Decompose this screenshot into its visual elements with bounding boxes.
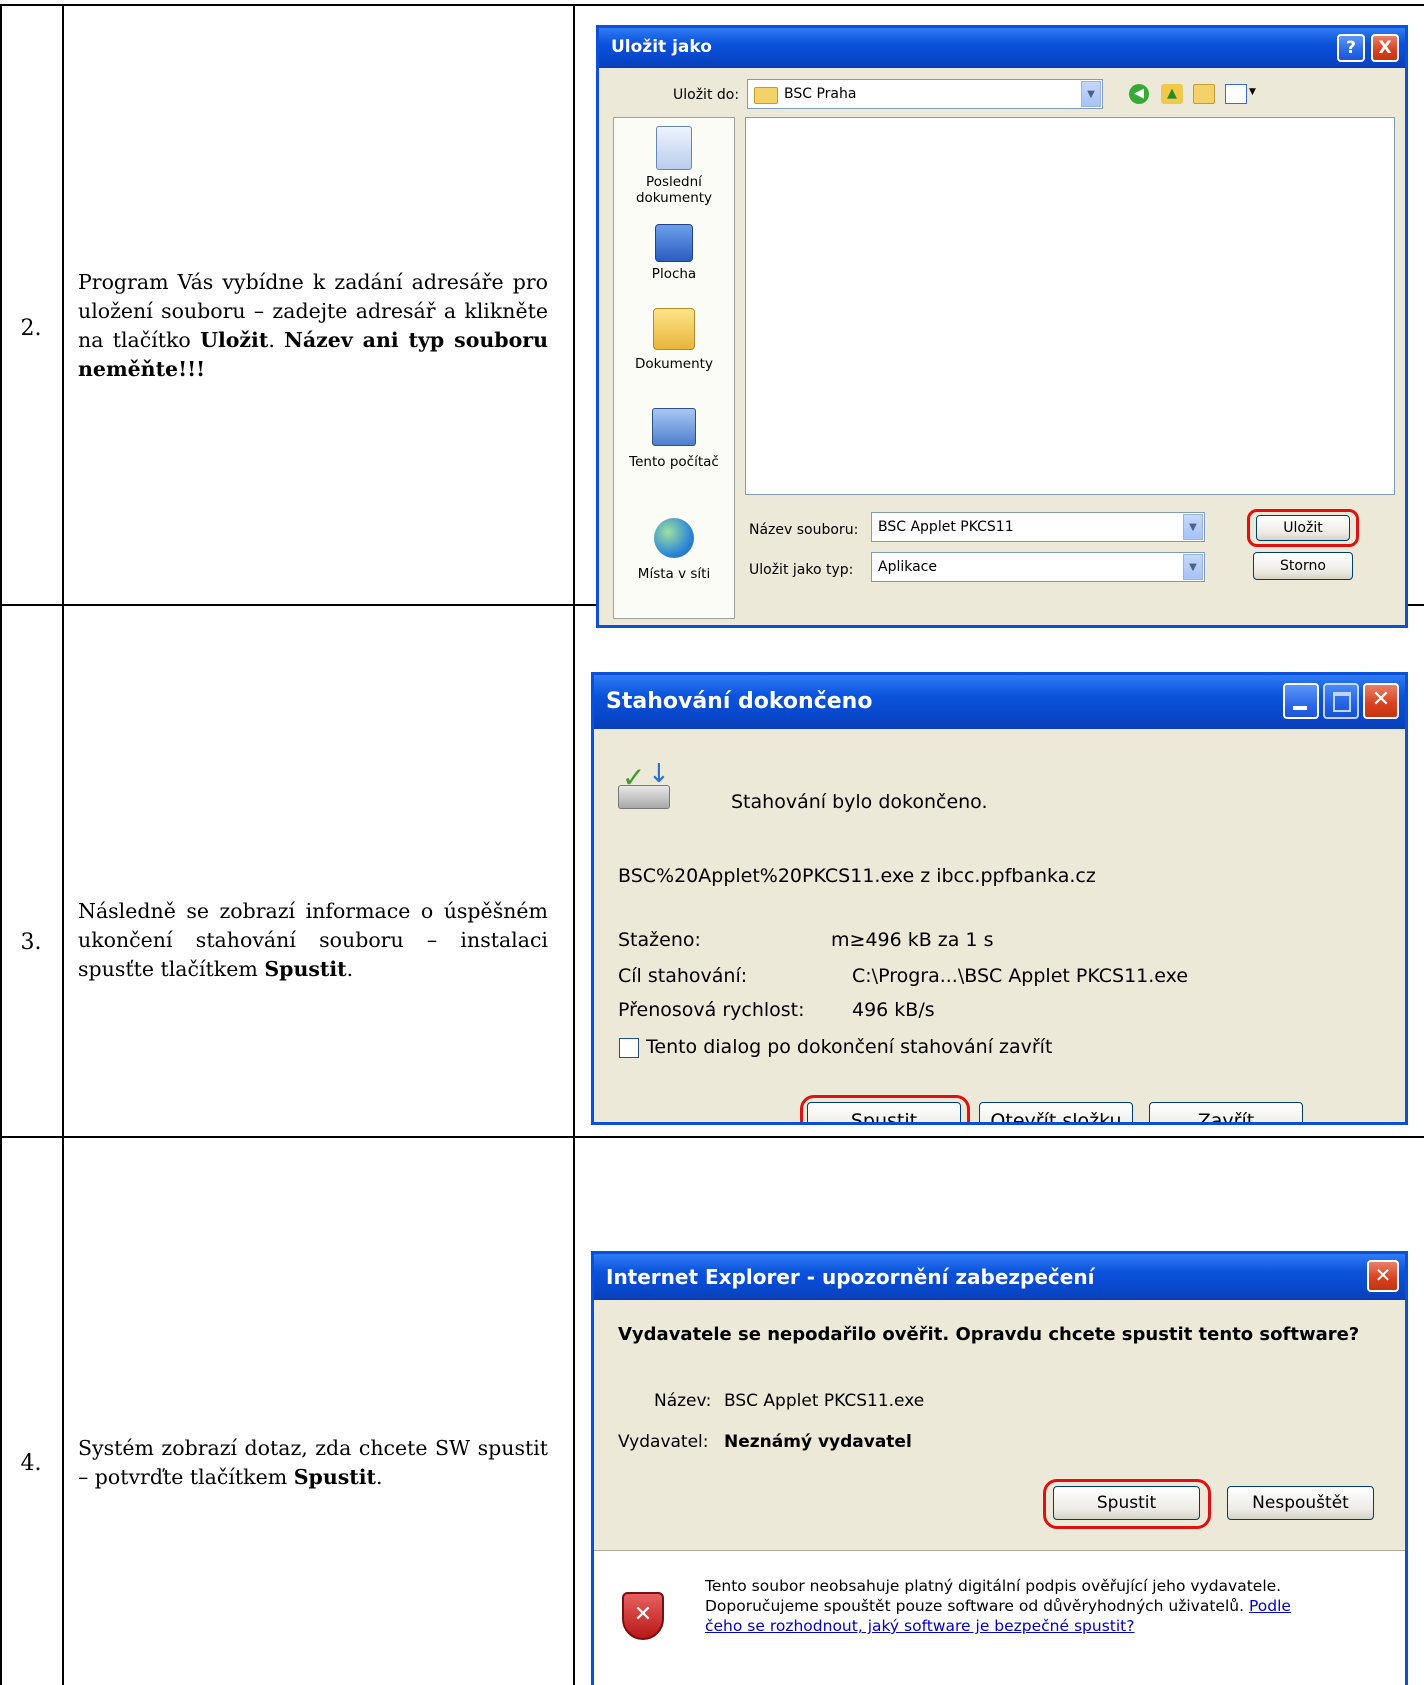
save-button-highlight bbox=[1247, 509, 1359, 547]
warning-line-2: Doporučujeme spouštět pouze software od … bbox=[705, 1597, 1291, 1615]
shield-icon: ✕ bbox=[622, 1592, 664, 1640]
help-button[interactable]: ? bbox=[1337, 34, 1365, 62]
back-icon[interactable]: ◀ bbox=[1129, 84, 1149, 104]
view-menu-icon[interactable] bbox=[1225, 84, 1247, 104]
folder-icon bbox=[754, 87, 778, 104]
file-type-chevron-down-icon[interactable]: ▼ bbox=[1183, 554, 1203, 580]
file-list-area[interactable] bbox=[745, 117, 1395, 495]
security-dialog-title: Internet Explorer - upozornění zabezpeče… bbox=[606, 1265, 1095, 1289]
file-name-field[interactable]: BSC Applet PKCS11 ▼ bbox=[871, 512, 1205, 542]
close-after-download-checkbox[interactable] bbox=[619, 1038, 639, 1058]
publisher-value: Neznámý vydavatel bbox=[724, 1432, 912, 1452]
step-description-3: Následně se zobrazí informace o úspěšném… bbox=[78, 899, 548, 981]
step-number-4: 4. bbox=[20, 1451, 42, 1476]
table-border-left bbox=[0, 4, 2, 1685]
warning-line-1: Tento soubor neobsahuje platný digitální… bbox=[705, 1577, 1282, 1595]
computer-icon bbox=[652, 408, 696, 446]
download-dialog-titlebar: Stahování dokončeno ✕ bbox=[594, 675, 1405, 729]
place-recent-documents[interactable]: Poslední dokumenty bbox=[614, 126, 734, 206]
save-in-dropdown[interactable]: BSC Praha ▼ bbox=[747, 79, 1103, 109]
download-complete-dialog: Stahování dokončeno ✕ ✓ ↓ Stahování bylo… bbox=[591, 672, 1408, 1125]
place-network[interactable]: Místa v síti bbox=[614, 518, 734, 582]
save-as-dialog: Uložit jako ? X Uložit do: BSC Praha ▼ ◀… bbox=[596, 25, 1408, 628]
save-dialog-close-button[interactable]: X bbox=[1371, 34, 1399, 62]
save-dialog-title: Uložit jako bbox=[611, 37, 712, 57]
place-my-computer[interactable]: Tento počítač bbox=[614, 408, 734, 470]
file-type-value: Aplikace bbox=[878, 559, 937, 575]
downloaded-value: m≥496 kB za 1 s bbox=[831, 929, 994, 951]
target-value: C:\Progra...\BSC Applet PKCS11.exe bbox=[852, 965, 1189, 987]
maximize-button[interactable] bbox=[1323, 683, 1359, 719]
run-button-highlight bbox=[800, 1095, 970, 1122]
file-name-value: BSC Applet PKCS11 bbox=[878, 519, 1014, 535]
download-complete-icon: ✓ ↓ bbox=[618, 759, 674, 809]
security-warning-dialog: Internet Explorer - upozornění zabezpeče… bbox=[591, 1251, 1408, 1685]
download-message: Stahování bylo dokončeno. bbox=[731, 791, 988, 813]
save-dialog-titlebar: Uložit jako ? X bbox=[599, 28, 1405, 68]
download-dialog-close-button[interactable]: ✕ bbox=[1363, 683, 1399, 719]
save-in-label: Uložit do: bbox=[673, 87, 740, 103]
desktop-icon bbox=[655, 224, 693, 262]
row-divider-2 bbox=[0, 1136, 1424, 1138]
cancel-button[interactable]: Storno bbox=[1253, 552, 1353, 580]
down-arrow-icon: ↓ bbox=[648, 759, 670, 789]
documents-folder-icon bbox=[653, 308, 695, 350]
places-bar: Poslední dokumenty Plocha Dokumenty Tent… bbox=[613, 117, 735, 619]
security-dialog-close-button[interactable]: ✕ bbox=[1367, 1260, 1399, 1292]
name-value: BSC Applet PKCS11.exe bbox=[724, 1391, 925, 1411]
download-dialog-title: Stahování dokončeno bbox=[606, 689, 873, 714]
open-folder-button[interactable]: Otevřít složku bbox=[979, 1102, 1133, 1122]
file-name-label: Název souboru: bbox=[749, 522, 859, 538]
warning-text: Tento soubor neobsahuje platný digitální… bbox=[705, 1576, 1385, 1636]
security-question: Vydavatele se nepodařilo ověřit. Opravdu… bbox=[618, 1324, 1360, 1345]
step-description-4: Systém zobrazí dotaz, zda chcete SW spus… bbox=[78, 1436, 548, 1489]
security-run-button-highlight bbox=[1043, 1479, 1211, 1529]
downloaded-label: Staženo: bbox=[618, 929, 701, 951]
close-button[interactable]: Zavřít bbox=[1149, 1102, 1303, 1122]
help-link-part-2[interactable]: čeho se rozhodnout, jaký software je bez… bbox=[705, 1616, 1385, 1636]
up-folder-icon[interactable]: ▲ bbox=[1161, 84, 1183, 104]
dont-run-button[interactable]: Nespouštět bbox=[1227, 1486, 1374, 1520]
maximize-icon bbox=[1333, 692, 1351, 712]
save-in-value: BSC Praha bbox=[784, 86, 857, 102]
step-description-2: Program Vás vybídne k zadání adresáře pr… bbox=[78, 270, 548, 381]
checkmark-icon: ✓ bbox=[622, 761, 646, 794]
chevron-down-icon[interactable]: ▼ bbox=[1081, 81, 1101, 107]
view-menu-chevron-icon[interactable]: ▼ bbox=[1249, 87, 1256, 97]
place-desktop[interactable]: Plocha bbox=[614, 224, 734, 282]
file-type-dropdown[interactable]: Aplikace ▼ bbox=[871, 552, 1205, 582]
help-link-part-1[interactable]: Podle bbox=[1249, 1597, 1291, 1615]
table-border-top bbox=[0, 4, 1424, 6]
place-documents[interactable]: Dokumenty bbox=[614, 308, 734, 372]
download-source: BSC%20Applet%20PKCS11.exe z ibcc.ppfbank… bbox=[618, 865, 1096, 887]
speed-label: Přenosová rychlost: bbox=[618, 999, 805, 1021]
name-label: Název: bbox=[654, 1391, 712, 1411]
publisher-label: Vydavatel: bbox=[618, 1432, 709, 1452]
column-divider-number bbox=[62, 4, 64, 1685]
file-name-chevron-down-icon[interactable]: ▼ bbox=[1183, 514, 1203, 540]
close-after-download-label: Tento dialog po dokončení stahování zavř… bbox=[646, 1036, 1053, 1058]
new-folder-icon[interactable] bbox=[1193, 84, 1215, 104]
security-dialog-titlebar: Internet Explorer - upozornění zabezpeče… bbox=[594, 1254, 1405, 1300]
recent-documents-icon bbox=[656, 126, 692, 170]
minimize-button[interactable] bbox=[1283, 683, 1319, 719]
file-type-label: Uložit jako typ: bbox=[749, 562, 854, 578]
minimize-icon bbox=[1293, 706, 1307, 710]
step-number-2: 2. bbox=[20, 316, 42, 341]
network-globe-icon bbox=[654, 518, 694, 558]
step-number-3: 3. bbox=[20, 930, 42, 955]
target-label: Cíl stahování: bbox=[618, 965, 748, 987]
column-divider-image bbox=[573, 4, 575, 1685]
speed-value: 496 kB/s bbox=[852, 999, 935, 1021]
